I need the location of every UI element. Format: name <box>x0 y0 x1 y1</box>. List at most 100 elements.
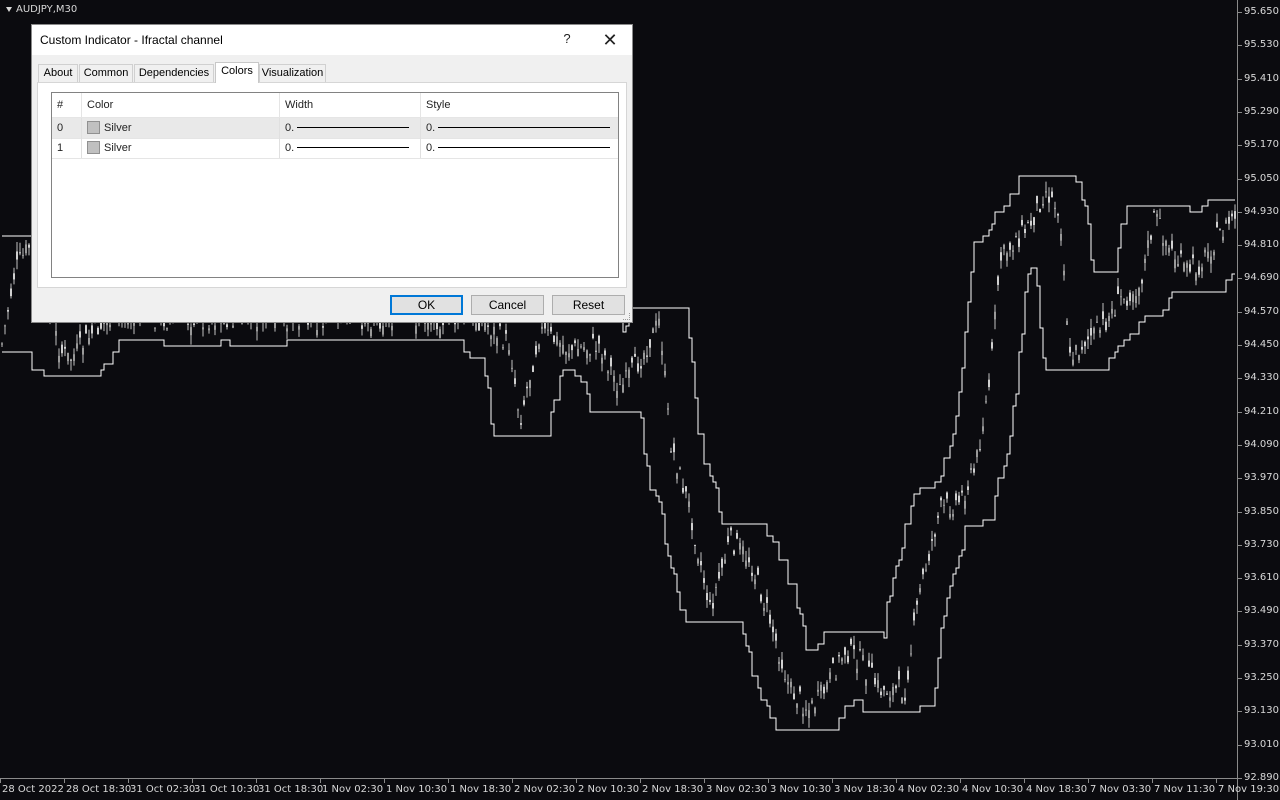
candle-body <box>1216 221 1218 228</box>
candle-body <box>772 626 774 633</box>
tab-visualization[interactable]: Visualization <box>259 64 326 82</box>
candle-body <box>502 347 504 349</box>
candle-body <box>580 346 582 348</box>
width-line-preview <box>297 127 409 128</box>
candle-body <box>961 490 963 493</box>
candle-body <box>79 331 81 338</box>
candle-body <box>1159 217 1161 219</box>
tab-about[interactable]: About <box>38 64 78 82</box>
candle-body <box>1150 235 1152 240</box>
time-tick <box>768 779 769 783</box>
candle-body <box>997 276 999 285</box>
colors-grid[interactable]: # Color Width Style 0 Silver 0. 0. 1 Sil… <box>51 92 619 278</box>
candle-body <box>535 345 537 355</box>
price-axis[interactable]: 95.650 95.530 95.410 95.290 95.170 95.050 94.9… <box>1237 0 1280 800</box>
candle-body <box>577 348 579 357</box>
reset-button[interactable]: Reset <box>552 295 625 315</box>
time-label: 3 Nov 18:30 <box>834 784 896 795</box>
dropdown-triangle-icon <box>6 6 12 12</box>
header-style[interactable]: Style <box>421 93 618 117</box>
candle-body <box>1060 234 1062 241</box>
candle-body <box>691 523 693 531</box>
candle-body <box>739 543 741 550</box>
close-button[interactable]: ✕ <box>595 28 625 52</box>
time-axis[interactable]: 28 Oct 2022 28 Oct 18:30 31 Oct 02:30 31 Oc… <box>0 778 1279 800</box>
candle-body <box>1021 219 1023 226</box>
candle-body <box>862 655 864 660</box>
candle-body <box>763 607 765 611</box>
header-width[interactable]: Width <box>280 93 421 117</box>
candle-body <box>931 539 933 541</box>
candle-body <box>1180 250 1182 254</box>
tab-dependencies[interactable]: Dependencies <box>134 64 214 82</box>
candle-body <box>619 384 621 386</box>
candle-body <box>631 357 633 363</box>
candle-body <box>1114 315 1116 317</box>
colors-panel: # Color Width Style 0 Silver 0. 0. 1 Sil… <box>37 82 627 288</box>
lower-channel-line <box>2 267 1235 731</box>
candle-body <box>487 325 489 327</box>
color-cell[interactable]: Silver <box>82 118 280 138</box>
table-row[interactable]: 1 Silver 0. 0. <box>52 138 618 159</box>
cancel-button[interactable]: Cancel <box>471 295 544 315</box>
candle-body <box>520 423 522 425</box>
tab-common[interactable]: Common <box>79 64 133 82</box>
candle-body <box>784 679 786 681</box>
header-index[interactable]: # <box>52 93 82 117</box>
candle-body <box>517 409 519 411</box>
candle-body <box>565 351 567 356</box>
candle-body <box>1012 250 1014 252</box>
candle-body <box>976 450 978 458</box>
style-cell[interactable]: 0. <box>421 138 618 158</box>
candle-body <box>1051 191 1053 198</box>
time-label: 31 Oct 02:30 <box>130 784 196 795</box>
candle-body <box>898 670 900 680</box>
style-cell[interactable]: 0. <box>421 118 618 138</box>
candle-body <box>892 686 894 696</box>
header-color[interactable]: Color <box>82 93 280 117</box>
candle-body <box>973 468 975 473</box>
candle-body <box>1162 243 1164 246</box>
candle-body <box>649 339 651 348</box>
candle-body <box>1141 279 1143 284</box>
candle-body <box>955 493 957 501</box>
candle-body <box>1135 296 1137 304</box>
candle-body <box>1138 287 1140 296</box>
candle-body <box>835 678 837 680</box>
price-label: 94.330 <box>1244 372 1279 384</box>
time-label: 4 Nov 18:30 <box>1026 784 1088 795</box>
candle-body <box>652 328 654 334</box>
candle-body <box>769 614 771 624</box>
candle-body <box>934 534 936 537</box>
tab-colors[interactable]: Colors <box>215 62 259 83</box>
candle-body <box>73 354 75 361</box>
help-button[interactable]: ? <box>553 31 581 49</box>
price-tick <box>1238 12 1242 13</box>
candle-body <box>865 679 867 686</box>
candle-body <box>919 588 921 593</box>
candle-body <box>1081 346 1083 350</box>
candle-body <box>658 318 660 326</box>
candle-body <box>733 550 735 555</box>
width-cell[interactable]: 0. <box>280 138 421 158</box>
price-tick <box>1238 378 1242 380</box>
color-cell[interactable]: Silver <box>82 138 280 158</box>
price-label: 95.050 <box>1244 172 1279 184</box>
ok-button[interactable]: OK <box>390 295 463 315</box>
dialog-title: Custom Indicator - Ifractal channel <box>40 33 223 47</box>
time-label: 28 Oct 18:30 <box>66 784 132 795</box>
dialog-titlebar[interactable]: Custom Indicator - Ifractal channel ? ✕ <box>32 25 632 55</box>
candle-body <box>646 355 648 357</box>
width-cell[interactable]: 0. <box>280 118 421 138</box>
price-tick <box>1238 711 1242 713</box>
table-row[interactable]: 0 Silver 0. 0. <box>52 118 618 139</box>
candle-body <box>979 449 981 451</box>
candle-body <box>226 324 228 328</box>
candle-body <box>166 328 168 330</box>
candle-body <box>850 638 852 645</box>
resize-grip-icon[interactable] <box>623 313 630 320</box>
candle-body <box>16 251 18 260</box>
time-tick <box>384 779 385 783</box>
candle-body <box>1168 247 1170 253</box>
price-label: 95.290 <box>1244 105 1279 117</box>
